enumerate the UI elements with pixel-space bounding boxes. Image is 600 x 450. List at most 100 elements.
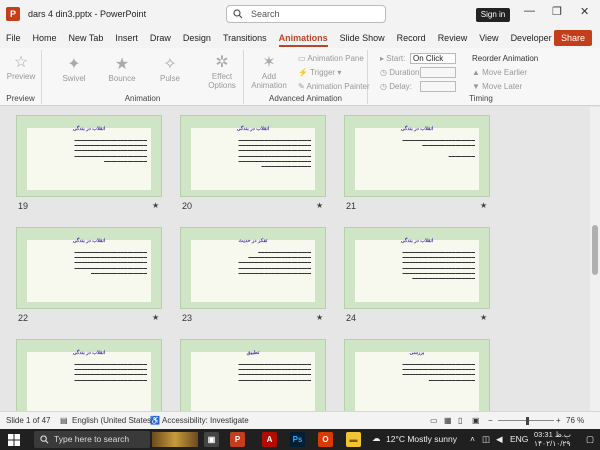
minimize-icon[interactable]: — [524,5,535,17]
slide-title: انقلاب در بندگی [400,238,434,244]
slide-number: 19 [18,201,29,211]
preview-button[interactable]: ☆ Preview [6,54,36,81]
search-input[interactable]: Search [226,5,386,23]
swivel-effect[interactable]: ✦ Swivel [56,56,92,83]
slide-number: 20 [182,201,193,211]
move-later-button[interactable]: ▼ Move Later [472,82,522,91]
add-animation-button[interactable]: ✶ Add Animation [248,54,290,90]
animation-group: ✦ Swivel ★ Bounce ✧ Pulse ✲ Effect Optio… [42,50,244,104]
tab-transitions[interactable]: Transitions [217,28,273,48]
tab-record[interactable]: Record [391,28,432,48]
trigger-button[interactable]: ⚡ Trigger ▾ [298,68,341,77]
clock-date[interactable]: ۱۴۰۲/۱۰/۲۹ [534,439,570,448]
task-view-icon[interactable]: ▣ [204,432,219,447]
slide-thumbnail[interactable]: تطبیق ▬▬▬▬▬▬▬▬▬▬▬▬▬▬▬▬▬▬▬▬▬▬ ▬▬▬▬▬▬▬▬▬▬▬▬… [180,339,326,411]
advanced-animation-group: ✶ Add Animation ▭ Animation Pane ⚡ Trigg… [244,50,370,104]
slide-body: ▬▬▬▬▬▬▬▬▬▬▬▬▬▬▬▬▬▬▬▬▬▬▬▬▬▬▬▬▬▬▬▬▬▬▬▬▬▬▬▬… [238,362,311,382]
close-icon[interactable]: ✕ [580,5,589,18]
tab-developer[interactable]: Developer [505,28,558,48]
tab-review[interactable]: Review [432,28,474,48]
normal-view-icon[interactable]: ▭ [430,416,438,425]
weather-icon[interactable]: ☁ [372,433,381,444]
preview-label: Preview [6,72,36,81]
slide-thumbnail[interactable]: انقلاب در بندگی ▬▬▬▬▬▬▬▬▬▬▬▬▬▬▬▬▬▬▬▬▬▬ ▬▬… [344,115,490,197]
slide-thumbnail[interactable]: انقلاب در بندگی ▬▬▬▬▬▬▬▬▬▬▬▬▬▬▬▬▬▬▬▬▬▬ ▬▬… [16,115,162,197]
zoom-level[interactable]: 76 % [566,416,584,425]
slide-thumbnail[interactable]: انقلاب در بندگی ▬▬▬▬▬▬▬▬▬▬▬▬▬▬▬▬▬▬▬▬▬▬ ▬▬… [16,227,162,309]
tray-chevron-icon[interactable]: ˄ [470,434,475,444]
slide-title: انقلاب در بندگی [72,126,106,132]
clock-time[interactable]: 03:31 ب.ظ [534,430,571,439]
search-highlight-image[interactable] [152,432,198,447]
preview-group: ☆ Preview Preview [0,50,42,104]
start-label: ▸ Start: [380,54,406,63]
advanced-group-label: Advanced Animation [269,94,342,103]
input-language[interactable]: ENG [510,434,528,444]
vertical-scrollbar[interactable] [590,107,600,411]
effect-options-button[interactable]: ✲ Effect Options [204,54,240,90]
zoom-in-icon[interactable]: + [556,416,561,425]
slide-number: 21 [346,201,357,211]
bounce-effect[interactable]: ★ Bounce [104,56,140,83]
pdf-reader-icon[interactable]: A [262,432,277,447]
taskbar: Type here to search ▣ P A Ps O ▬ ☁ 12°C … [0,429,600,450]
slide-count: Slide 1 of 47 [6,416,51,425]
animation-star-icon: ★ [316,313,324,322]
animation-star-icon: ★ [316,201,324,210]
tab-view[interactable]: View [473,28,504,48]
taskbar-search-input[interactable]: Type here to search [34,431,150,448]
animation-star-icon: ★ [152,313,160,322]
slideshow-view-icon[interactable]: ▣ [472,416,480,425]
preview-group-label: Preview [6,94,35,103]
notifications-icon[interactable]: ▢ [586,434,594,445]
reading-view-icon[interactable]: ▯ [458,416,462,425]
swivel-label: Swivel [62,74,86,83]
photoshop-icon[interactable]: Ps [290,432,305,447]
slide-thumbnail[interactable]: بررسی ▬▬▬▬▬▬▬▬▬▬▬▬▬▬▬▬▬▬▬▬▬▬ ▬▬▬▬▬▬▬▬▬▬▬▬… [344,339,490,411]
move-earlier-button[interactable]: ▲ Move Earlier [472,68,527,77]
pulse-icon: ✧ [163,56,177,73]
tab-animations[interactable]: Animations [273,28,334,48]
powerpoint-taskbar-icon[interactable]: P [230,432,245,447]
accessibility-status[interactable]: Accessibility: Investigate [162,416,249,425]
slide-thumbnail[interactable]: تفکر در حدیث ▬▬▬▬▬▬▬▬▬▬▬▬▬▬▬▬ ▬▬▬▬▬▬▬▬▬▬▬… [180,227,326,309]
share-button[interactable]: Share [554,30,592,46]
language-status[interactable]: English (United States) [72,416,154,425]
tab-file[interactable]: File [0,28,27,48]
tab-insert[interactable]: Insert [109,28,144,48]
sign-in-button[interactable]: Sign in [476,8,510,22]
file-explorer-icon[interactable]: ▬ [346,432,361,447]
duration-field[interactable] [420,67,456,78]
pulse-label: Pulse [159,74,180,83]
trigger-label: Trigger [310,68,336,77]
tab-home[interactable]: Home [27,28,63,48]
windows-start-icon[interactable] [8,434,20,446]
slide-thumbnail[interactable]: انقلاب در بندگی ▬▬▬▬▬▬▬▬▬▬▬▬▬▬▬▬▬▬▬▬▬▬ ▬▬… [344,227,490,309]
window-title: dars 4 din3.pptx - PowerPoint [28,9,147,19]
weather-status[interactable]: 12°C Mostly sunny [386,434,457,444]
tab-design[interactable]: Design [177,28,217,48]
zoom-out-icon[interactable]: − [488,416,493,425]
start-select[interactable]: On Click [410,53,456,64]
zoom-slider-thumb[interactable] [526,417,529,425]
network-icon[interactable]: ◫ [482,434,490,445]
slide-thumbnail[interactable]: انقلاب در بندگی ▬▬▬▬▬▬▬▬▬▬▬▬▬▬▬▬▬▬▬▬▬▬ ▬▬… [180,115,326,197]
spellcheck-icon[interactable]: ▤ [60,416,68,425]
slide-number: 22 [18,313,29,323]
delay-field[interactable] [420,81,456,92]
animation-painter-button[interactable]: ✎ Animation Painter [298,82,370,91]
tab-new-tab[interactable]: New Tab [63,28,110,48]
pulse-effect[interactable]: ✧ Pulse [152,56,188,83]
tab-draw[interactable]: Draw [144,28,177,48]
scrollbar-thumb[interactable] [592,225,598,275]
restore-icon[interactable]: ❐ [552,5,562,18]
office-icon[interactable]: O [318,432,333,447]
tab-slide-show[interactable]: Slide Show [334,28,391,48]
slide-title: بررسی [409,350,425,356]
slide-title: انقلاب در بندگی [72,350,106,356]
animation-pane-button[interactable]: ▭ Animation Pane [298,54,364,63]
slide-thumbnail[interactable]: انقلاب در بندگی ▬▬▬▬▬▬▬▬▬▬▬▬▬▬▬▬▬▬▬▬▬▬ ▬▬… [16,339,162,411]
accessibility-icon[interactable]: ♿ [150,416,160,425]
slide-sorter-view-icon[interactable]: ▦ [444,416,452,425]
volume-icon[interactable]: ◀ [496,434,503,445]
